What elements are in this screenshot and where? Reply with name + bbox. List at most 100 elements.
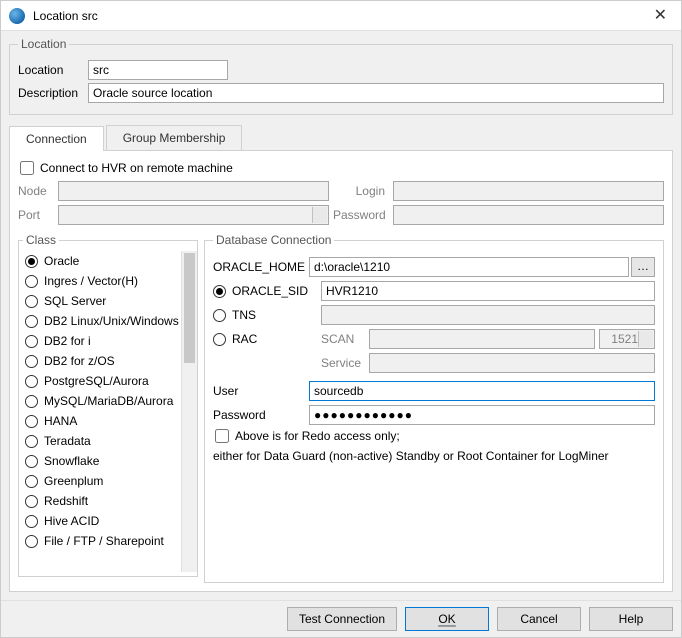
main-split: Class OracleIngres / Vector(H)SQL Server… [18,233,664,583]
login-label: Login [333,184,389,198]
db-conn-legend: Database Connection [213,233,334,247]
tab-strip: Connection Group Membership [9,125,673,150]
class-item[interactable]: DB2 for z/OS [23,351,181,371]
class-item[interactable]: Snowflake [23,451,181,471]
scrollbar-thumb[interactable] [184,253,195,363]
help-button[interactable]: Help [589,607,673,631]
class-item-label: PostgreSQL/Aurora [44,374,149,388]
class-radio[interactable] [25,295,38,308]
service-input [369,353,655,373]
class-item-label: Ingres / Vector(H) [44,274,138,288]
db-conn-panel: Database Connection ORACLE_HOME … ORACLE… [204,233,664,583]
redo-access-checkbox[interactable] [215,429,229,443]
tns-input [321,305,655,325]
class-radio[interactable] [25,355,38,368]
db-conn-fieldset: Database Connection ORACLE_HOME … ORACLE… [204,233,664,583]
class-radio[interactable] [25,435,38,448]
test-connection-button[interactable]: Test Connection [287,607,397,631]
class-item[interactable]: PostgreSQL/Aurora [23,371,181,391]
class-radio[interactable] [25,455,38,468]
class-item-label: SQL Server [44,294,106,308]
tns-radio-row[interactable]: TNS [213,308,321,322]
dialog-window: Location src ✕ Location Location Descrip… [0,0,682,638]
class-radio[interactable] [25,535,38,548]
class-radio[interactable] [25,495,38,508]
class-item-label: Redshift [44,494,88,508]
class-item-label: Greenplum [44,474,103,488]
oracle-home-input[interactable] [309,257,629,277]
class-radio[interactable] [25,275,38,288]
scan-port-input [599,329,655,349]
location-group: Location Location Description [9,37,673,115]
class-item[interactable]: Oracle [23,251,181,271]
port-spinner: ▲▼ [58,205,329,225]
scan-label: SCAN [321,332,369,346]
connect-remote-label: Connect to HVR on remote machine [40,161,233,175]
tns-radio[interactable] [213,309,226,322]
tab-panel-connection: Connect to HVR on remote machine Node Lo… [9,150,673,592]
class-radio[interactable] [25,335,38,348]
class-item[interactable]: SQL Server [23,291,181,311]
class-list: Oracle Ingres / Vector(H) SQL Server DB2 Li… [23,251,181,572]
class-radio[interactable] [25,515,38,528]
node-label: Node [18,184,54,198]
location-input[interactable] [88,60,228,80]
class-radio[interactable] [25,255,38,268]
class-item[interactable]: Redshift [23,491,181,511]
oracle-sid-radio[interactable] [213,285,226,298]
window-title: Location src [33,9,648,23]
scan-port-spinner: ▲▼ [599,329,655,349]
spinner-arrows-icon: ▲▼ [316,208,325,222]
class-item-label: File / FTP / Sharepoint [44,534,164,548]
class-scrollbar[interactable] [181,251,197,572]
connect-remote-checkbox[interactable] [20,161,34,175]
remote-password-input [393,205,664,225]
redo-hint: either for Data Guard (non-active) Stand… [213,449,655,463]
class-radio[interactable] [25,315,38,328]
tns-label: TNS [232,308,256,322]
class-radio[interactable] [25,415,38,428]
class-radio[interactable] [25,475,38,488]
ok-button[interactable]: OK [405,607,489,631]
tab-group-membership[interactable]: Group Membership [106,125,243,150]
connect-remote-checkbox-row: Connect to HVR on remote machine [18,161,664,175]
class-item[interactable]: DB2 Linux/Unix/Windows [23,311,181,331]
oracle-home-browse-button[interactable]: … [631,257,655,277]
user-label: User [213,384,309,398]
class-item[interactable]: HANA [23,411,181,431]
class-item[interactable]: MySQL/MariaDB/Aurora [23,391,181,411]
description-input[interactable] [88,83,664,103]
oracle-sid-radio-row[interactable]: ORACLE_SID [213,284,321,298]
class-item[interactable]: Teradata [23,431,181,451]
class-item-label: DB2 for i [44,334,91,348]
class-item[interactable]: Hive ACID [23,511,181,531]
location-legend: Location [18,37,69,51]
oracle-sid-input[interactable] [321,281,655,301]
class-radio[interactable] [25,375,38,388]
spinner-arrows-icon: ▲▼ [642,332,651,346]
remote-grid: Node Login Port ▲▼ Password [18,181,664,225]
tab-connection[interactable]: Connection [9,126,104,151]
class-item[interactable]: Ingres / Vector(H) [23,271,181,291]
oracle-home-label: ORACLE_HOME [213,260,309,274]
location-label: Location [18,63,88,77]
port-input [58,205,329,225]
service-label: Service [321,356,369,370]
close-icon[interactable]: ✕ [648,8,673,24]
dialog-body: Location Location Description Connection… [1,31,681,600]
redo-access-label: Above is for Redo access only; [235,429,400,443]
user-input[interactable] [309,381,655,401]
class-item[interactable]: File / FTP / Sharepoint [23,531,181,551]
rac-label: RAC [232,332,257,346]
title-bar: Location src ✕ [1,1,681,31]
password-input[interactable] [309,405,655,425]
rac-radio[interactable] [213,333,226,346]
description-label: Description [18,86,88,100]
rac-radio-row[interactable]: RAC [213,332,321,346]
class-item[interactable]: DB2 for i [23,331,181,351]
scan-input [369,329,595,349]
class-radio[interactable] [25,395,38,408]
class-item-label: MySQL/MariaDB/Aurora [44,394,173,408]
class-item[interactable]: Greenplum [23,471,181,491]
cancel-button[interactable]: Cancel [497,607,581,631]
